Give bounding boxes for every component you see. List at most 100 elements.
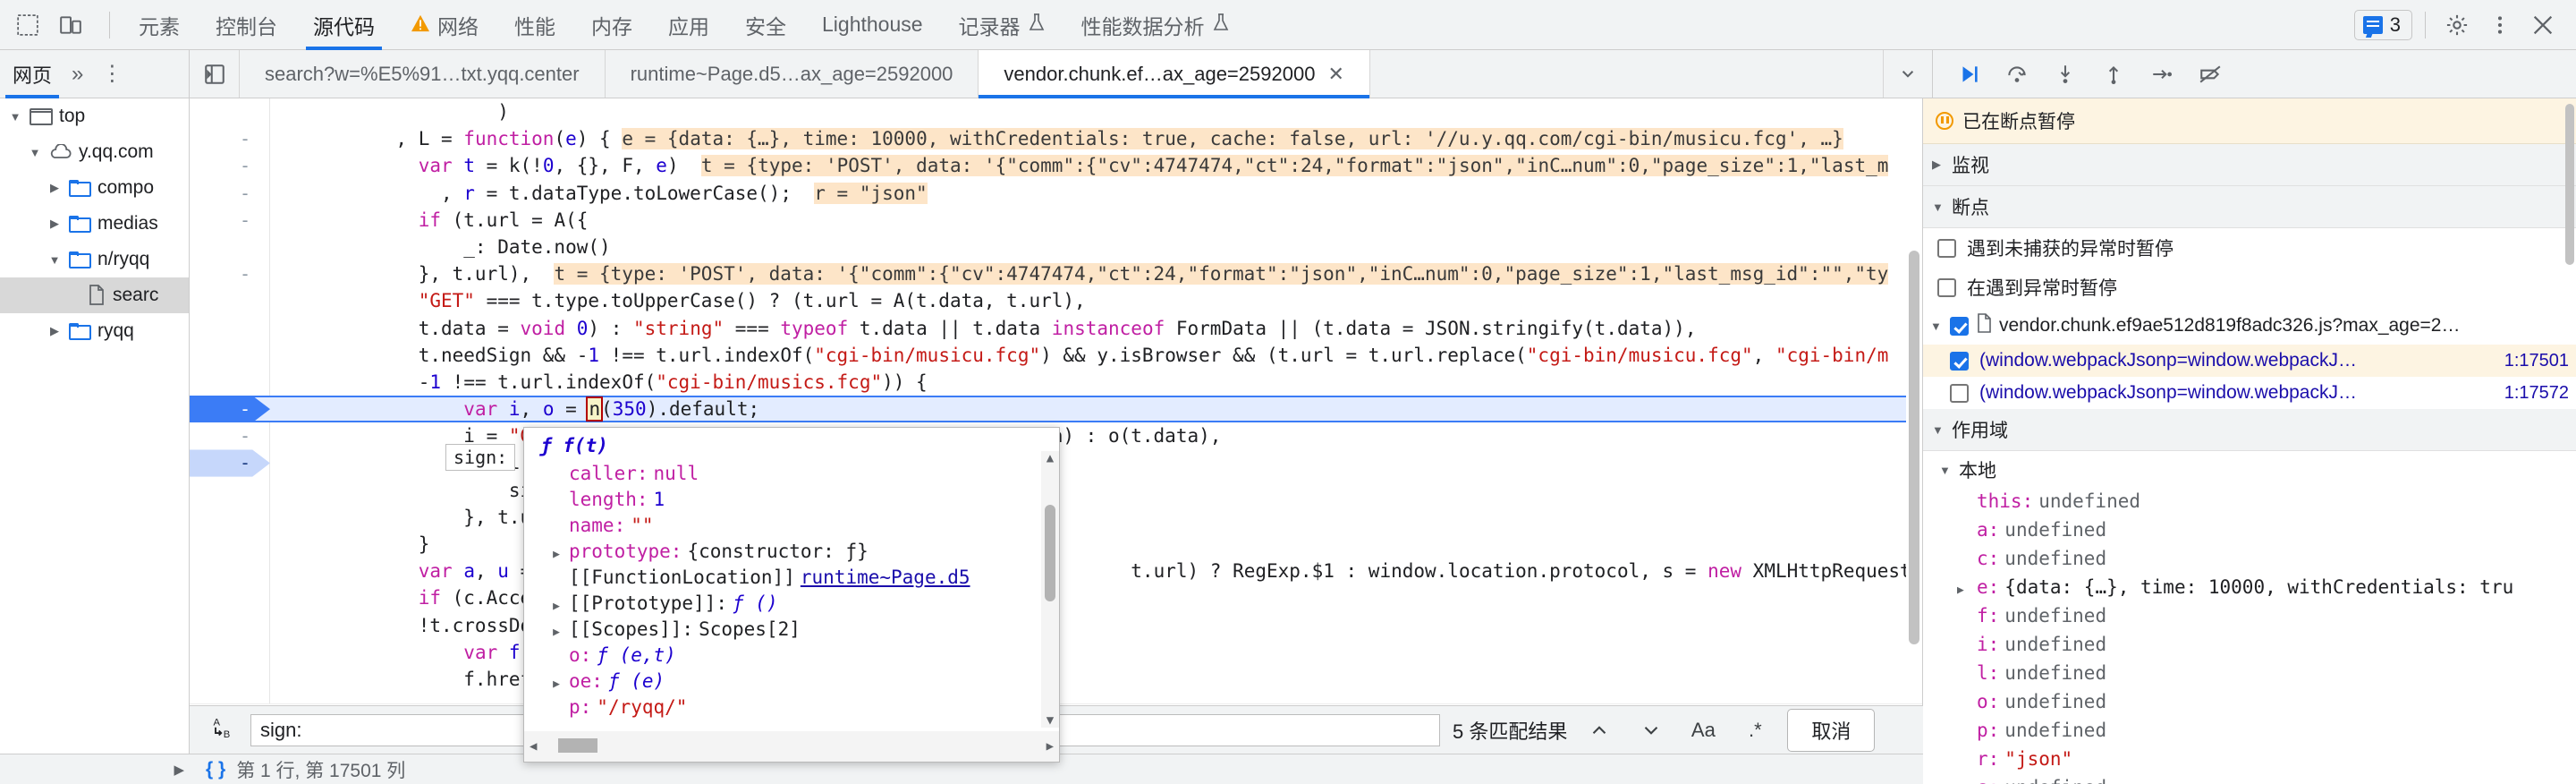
scope-variable-8[interactable]: p: undefined xyxy=(1923,716,2576,745)
panel-tab-2[interactable]: 源代码 xyxy=(295,0,393,50)
code-line-10[interactable]: -1 !== t.url.indexOf("cgi-bin/musics.fcg… xyxy=(190,369,1922,396)
toggle-navigator-icon[interactable] xyxy=(190,50,240,98)
code-line-1[interactable]: - , L = function(e) { e = {data: {…}, ti… xyxy=(190,125,1922,152)
scope-section-header[interactable]: ▼ 作用域 xyxy=(1923,409,2576,451)
tree-toggle-icon[interactable]: ▶ xyxy=(174,762,184,778)
file-tree-item-4[interactable]: ▼ n/ryqq xyxy=(0,242,189,277)
navigator-file-tree[interactable]: ▼ top ▼ y.qq.com ▶ compo ▶ medias ▼ n/ryqq searc ▶ r… xyxy=(0,98,190,784)
chevron-right-icon[interactable]: ▶ xyxy=(549,600,564,613)
popover-scroll-right-icon[interactable]: ▶ xyxy=(1046,739,1054,754)
popover-property-value[interactable]: runtime~Page.d5 xyxy=(801,567,970,588)
breakpoint-file-row[interactable]: ▼ vendor.chunk.ef9ae512d819f8adc326.js?m… xyxy=(1923,307,2576,345)
popover-property-6[interactable]: ▶ [[Scopes]]: Scopes[2] xyxy=(524,616,1059,642)
editor-vertical-scrollbar[interactable] xyxy=(1906,98,1922,725)
regex-button[interactable]: .* xyxy=(1735,712,1775,748)
file-tree-item-3[interactable]: ▶ medias xyxy=(0,206,189,242)
popover-property-7[interactable]: o: ƒ (e,t) xyxy=(524,642,1059,668)
panel-tab-8[interactable]: Lighthouse xyxy=(804,0,941,50)
step-button[interactable] xyxy=(2142,55,2182,94)
search-next-button[interactable] xyxy=(1631,712,1671,748)
popover-property-1[interactable]: length: 1 xyxy=(524,486,1059,512)
panel-tab-5[interactable]: 内存 xyxy=(573,0,650,50)
file-tree-item-1[interactable]: ▼ y.qq.com xyxy=(0,134,189,170)
editor-tab-1[interactable]: runtime~Page.d5…ax_age=2592000 xyxy=(606,50,979,98)
line-gutter-marker[interactable]: - xyxy=(190,260,270,287)
popover-property-9[interactable]: p: "/ryqq/" xyxy=(524,694,1059,720)
close-icon[interactable] xyxy=(2524,6,2562,44)
chevron-right-icon[interactable]: ▶ xyxy=(549,548,564,561)
popover-scroll-up-icon[interactable]: ▲ xyxy=(1041,451,1059,465)
deactivate-breakpoints-button[interactable] xyxy=(2190,55,2230,94)
step-out-button[interactable] xyxy=(2094,55,2133,94)
breakpoint-item-1[interactable]: (window.webpackJsonp=window.webpackJ… 1:1… xyxy=(1923,377,2576,409)
pretty-print-icon[interactable]: { } xyxy=(206,759,225,780)
panel-tab-3[interactable]: 网络 xyxy=(393,0,496,50)
chevron-right-icon[interactable]: ▶ xyxy=(549,677,564,691)
popover-scroll-thumb[interactable] xyxy=(1045,505,1055,601)
line-gutter-marker[interactable]: - xyxy=(190,396,270,423)
chevron-down-icon[interactable]: ▼ xyxy=(27,146,43,159)
panel-tab-10[interactable]: 性能数据分析 xyxy=(1063,0,1248,50)
chevron-right-icon[interactable]: ▶ xyxy=(549,626,564,639)
code-line-3[interactable]: - , r = t.dataType.toLowerCase(); r = "j… xyxy=(190,180,1922,207)
resume-script-execution-button[interactable] xyxy=(1949,55,1988,94)
scope-variable-4[interactable]: f: undefined xyxy=(1923,601,2576,630)
pause-option-1[interactable]: 在遇到异常时暂停 xyxy=(1923,268,2576,307)
chevron-right-icon[interactable]: ▶ xyxy=(47,181,63,195)
popover-scroll-left-icon[interactable]: ◀ xyxy=(530,739,537,754)
scope-variable-1[interactable]: a: undefined xyxy=(1923,516,2576,544)
local-scope-row[interactable]: ▼ 本地 xyxy=(1923,451,2576,487)
scope-variable-9[interactable]: r: "json" xyxy=(1923,745,2576,773)
scope-variable-6[interactable]: l: undefined xyxy=(1923,659,2576,687)
editor-vscroll-thumb[interactable] xyxy=(1909,251,1919,644)
panel-tab-0[interactable]: 元素 xyxy=(121,0,198,50)
chevron-down-icon[interactable]: ▼ xyxy=(7,110,23,124)
code-line-4[interactable]: - if (t.url = A({ xyxy=(190,207,1922,234)
step-into-button[interactable] xyxy=(2046,55,2085,94)
breakpoint-checkbox[interactable] xyxy=(1950,383,1969,403)
line-gutter-marker[interactable]: - xyxy=(190,180,270,207)
file-tree-item-5[interactable]: searc xyxy=(0,277,189,313)
popover-property-3[interactable]: ▶ prototype: {constructor: ƒ} xyxy=(524,538,1059,564)
line-gutter-marker[interactable]: - xyxy=(190,422,270,449)
match-case-button[interactable]: Aa xyxy=(1683,712,1723,748)
pause-option-checkbox[interactable] xyxy=(1937,238,1956,258)
panel-tab-6[interactable]: 应用 xyxy=(650,0,727,50)
panel-tab-9[interactable]: 记录器 xyxy=(941,0,1063,50)
popover-property-4[interactable]: [[FunctionLocation]] runtime~Page.d5 xyxy=(524,564,1059,590)
inspect-element-icon[interactable] xyxy=(13,10,43,40)
code-line-6[interactable]: - }, t.url), t = {type: 'POST', data: '{… xyxy=(190,260,1922,287)
step-over-button[interactable] xyxy=(1997,55,2037,94)
watch-section-header[interactable]: ▶ 监视 xyxy=(1923,144,2576,186)
breakpoint-checkbox[interactable] xyxy=(1950,351,1969,371)
chevron-right-icon[interactable]: ▶ xyxy=(47,217,63,231)
scope-variable-5[interactable]: i: undefined xyxy=(1923,630,2576,659)
line-gutter-marker[interactable]: - xyxy=(190,152,270,179)
scope-variable-0[interactable]: this: undefined xyxy=(1923,487,2576,516)
file-tree-item-0[interactable]: ▼ top xyxy=(0,98,189,134)
code-line-0[interactable]: ) xyxy=(190,98,1922,125)
chevron-right-icon[interactable]: ▶ xyxy=(1957,584,1970,597)
chevron-down-icon[interactable]: ▼ xyxy=(47,253,63,267)
line-gutter-marker[interactable]: - xyxy=(190,449,270,477)
code-line-11[interactable]: - var i, o = n(350).default; xyxy=(190,396,1922,423)
file-tree-item-2[interactable]: ▶ compo xyxy=(0,170,189,206)
file-tree-item-6[interactable]: ▶ ryqq xyxy=(0,313,189,349)
line-gutter-marker[interactable]: - xyxy=(190,125,270,152)
navigator-options-icon[interactable]: ⋮ xyxy=(92,61,131,87)
popover-property-0[interactable]: caller: null xyxy=(524,460,1059,486)
scope-variable-3[interactable]: ▶ e: {data: {…}, time: 10000, withCredenti… xyxy=(1923,573,2576,601)
navigator-tab-page[interactable]: 网页 xyxy=(0,50,64,98)
popover-property-5[interactable]: ▶ [[Prototype]]: ƒ () xyxy=(524,590,1059,616)
tabs-more-icon[interactable] xyxy=(1883,50,1932,98)
sidebar-scroll-thumb[interactable] xyxy=(2565,104,2574,265)
close-tab-icon[interactable]: ✕ xyxy=(1327,63,1343,86)
search-prev-button[interactable] xyxy=(1580,712,1619,748)
popover-scroll-down-icon[interactable]: ▼ xyxy=(1041,713,1059,728)
panel-tab-1[interactable]: 控制台 xyxy=(198,0,295,50)
editor-tab-0[interactable]: search?w=%E5%91…txt.yqq.center xyxy=(240,50,606,98)
popover-property-8[interactable]: ▶ oe: ƒ (e) xyxy=(524,668,1059,694)
breakpoint-item-0[interactable]: (window.webpackJsonp=window.webpackJ… 1:1… xyxy=(1923,345,2576,377)
code-line-9[interactable]: t.needSign && -1 !== t.url.indexOf("cgi-… xyxy=(190,342,1922,369)
device-toolbar-icon[interactable] xyxy=(55,10,86,40)
